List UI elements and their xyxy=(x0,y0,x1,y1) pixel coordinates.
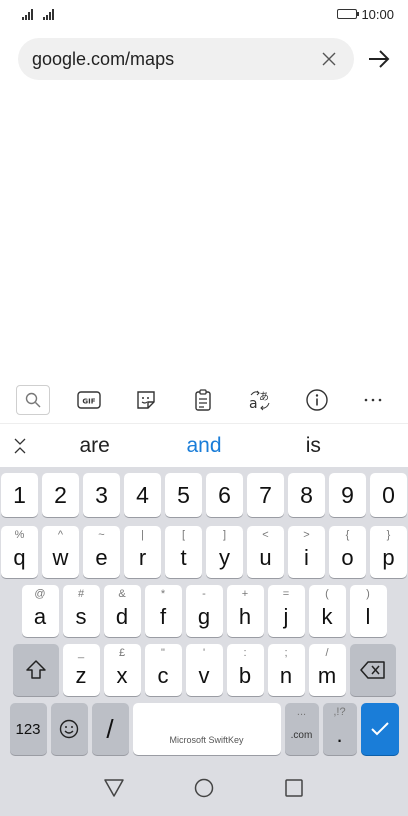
suggestion-strip: are and is xyxy=(0,423,408,467)
emoji-icon[interactable] xyxy=(50,703,88,755)
backspace-icon[interactable] xyxy=(349,644,396,696)
key-j[interactable]: = j xyxy=(267,585,305,637)
key-p[interactable]: } p xyxy=(370,526,407,578)
key-8[interactable]: 8 xyxy=(288,473,325,517)
collapse-icon[interactable] xyxy=(0,438,40,454)
key-i[interactable]: > i xyxy=(288,526,325,578)
gif-icon[interactable]: GIF xyxy=(71,384,107,416)
number-row: 1 2 3 4 5 6 7 8 9 0 xyxy=(0,473,408,517)
suggestion-left[interactable]: are xyxy=(40,434,149,458)
shift-icon[interactable] xyxy=(12,644,59,696)
key-m[interactable]: / m xyxy=(308,644,346,696)
battery-icon xyxy=(337,9,360,19)
back-triangle-icon[interactable] xyxy=(101,775,127,801)
numbers-key[interactable]: 123 xyxy=(9,703,47,755)
clipboard-icon[interactable] xyxy=(185,384,221,416)
signal-indicators xyxy=(22,8,54,20)
keyboard-toolbar: GIF aあ xyxy=(0,378,408,422)
key-x[interactable]: £ x xyxy=(103,644,141,696)
key-w[interactable]: ^ w xyxy=(42,526,79,578)
key-z[interactable]: _ z xyxy=(62,644,100,696)
key-7[interactable]: 7 xyxy=(247,473,284,517)
key-l[interactable]: ) l xyxy=(349,585,387,637)
key-3[interactable]: 3 xyxy=(83,473,120,517)
key-o[interactable]: {o xyxy=(329,526,366,578)
key-k[interactable]: (k xyxy=(308,585,346,637)
letter-row-1: % q ^ w ~ e | r [t ] y < u > i {o } p xyxy=(0,526,408,578)
navigation-bar xyxy=(0,760,408,816)
checkmark-icon[interactable] xyxy=(360,703,399,755)
signal-icon xyxy=(22,8,33,20)
sticker-icon[interactable] xyxy=(128,384,164,416)
address-bar[interactable]: google.com/maps xyxy=(18,38,354,80)
slash-key[interactable]: / xyxy=(91,703,129,755)
keyboard: 1 2 3 4 5 6 7 8 9 0 % q ^ w ~ e | r [t ] y < u… xyxy=(0,467,408,760)
key-v[interactable]: ' v xyxy=(185,644,223,696)
svg-text:a: a xyxy=(249,396,258,411)
status-right: 10:00 xyxy=(337,7,394,22)
key-d[interactable]: & d xyxy=(103,585,141,637)
key-n[interactable]: ; n xyxy=(267,644,305,696)
translate-icon[interactable]: aあ xyxy=(242,384,278,416)
home-circle-icon[interactable] xyxy=(191,775,217,801)
key-y[interactable]: ] y xyxy=(206,526,243,578)
key-6[interactable]: 6 xyxy=(206,473,243,517)
key-s[interactable]: # s xyxy=(62,585,100,637)
recents-square-icon[interactable] xyxy=(281,775,307,801)
letter-row-3: _ z £ x " c ' v :b ; n / m xyxy=(0,644,408,696)
bottom-row: 123 / Microsoft SwiftKey ... .com ,!?. xyxy=(0,703,408,755)
suggestion-right[interactable]: is xyxy=(259,434,368,458)
key-u[interactable]: < u xyxy=(247,526,284,578)
key-r[interactable]: | r xyxy=(124,526,161,578)
signal-icon xyxy=(43,8,54,20)
key-c[interactable]: " c xyxy=(144,644,182,696)
suggestion-center[interactable]: and xyxy=(149,434,258,458)
key-9[interactable]: 9 xyxy=(329,473,366,517)
arrow-right-icon[interactable] xyxy=(364,44,394,74)
status-bar: 10:00 xyxy=(0,0,408,28)
url-input[interactable]: google.com/maps xyxy=(32,49,318,70)
key-h[interactable]: + h xyxy=(226,585,264,637)
info-icon[interactable] xyxy=(299,384,335,416)
key-f[interactable]: * f xyxy=(144,585,182,637)
key-t[interactable]: [t xyxy=(165,526,202,578)
more-icon[interactable] xyxy=(355,384,391,416)
space-bar[interactable]: Microsoft SwiftKey xyxy=(132,703,281,755)
key-q[interactable]: % q xyxy=(1,526,38,578)
svg-text:あ: あ xyxy=(259,391,269,403)
key-2[interactable]: 2 xyxy=(42,473,79,517)
key-5[interactable]: 5 xyxy=(165,473,202,517)
svg-text:GIF: GIF xyxy=(83,398,96,406)
clock: 10:00 xyxy=(361,6,394,22)
key-g[interactable]: -g xyxy=(185,585,223,637)
key-4[interactable]: 4 xyxy=(124,473,161,517)
key-e[interactable]: ~ e xyxy=(83,526,120,578)
letter-row-2: @ a # s & d * f -g + h = j (k ) l xyxy=(0,585,408,637)
dotcom-key[interactable]: ... .com xyxy=(284,703,319,755)
key-b[interactable]: :b xyxy=(226,644,264,696)
clear-icon[interactable] xyxy=(318,48,340,70)
key-a[interactable]: @ a xyxy=(21,585,59,637)
period-key[interactable]: ,!?. xyxy=(322,703,357,755)
key-1[interactable]: 1 xyxy=(1,473,38,517)
key-0[interactable]: 0 xyxy=(370,473,407,517)
search-icon[interactable] xyxy=(16,385,51,415)
